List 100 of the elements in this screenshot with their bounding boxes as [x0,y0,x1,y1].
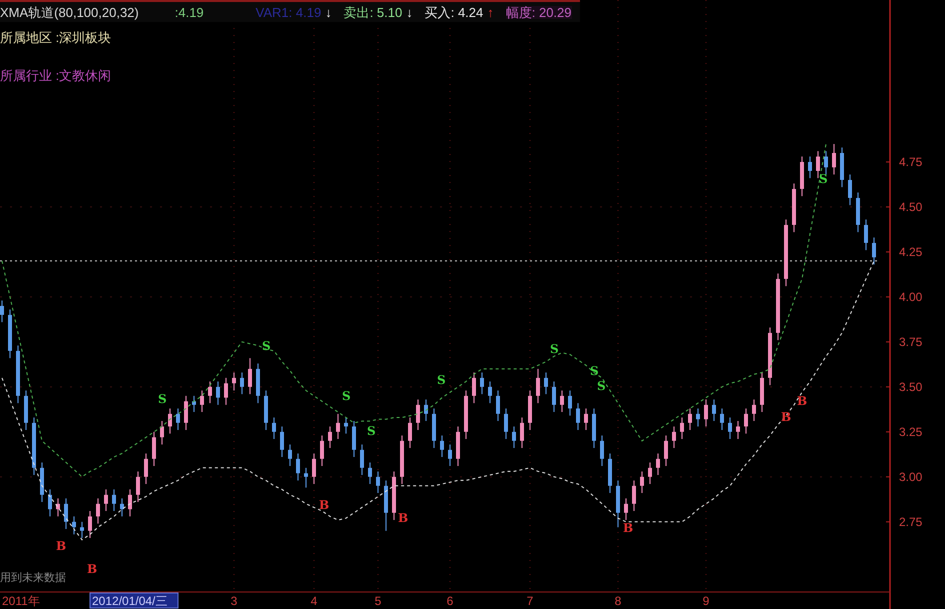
candlestick [448,444,452,467]
price-tick: 4.50 [899,200,922,214]
candlestick [168,408,172,434]
candlestick [752,398,756,422]
candlestick [584,408,588,431]
candlestick [280,426,284,458]
candlestick [688,408,692,431]
candlestick [552,380,556,413]
candlestick [544,372,548,395]
candlestick [200,390,204,413]
candlestick [48,488,52,517]
sell-signal: S [819,172,828,186]
candlestick [320,434,324,467]
candlestick [208,380,212,404]
candlestick [568,390,572,416]
candlestick [248,358,252,395]
indicator-reading: 幅度: 20.29 [506,6,572,18]
candlestick [152,431,156,467]
candlestick [232,372,236,391]
candlestick [272,416,276,440]
candlestick [472,372,476,404]
candlestick [872,237,876,266]
buy-signal: B [319,498,330,512]
candlestick [336,413,340,440]
time-tick: 6 [446,594,454,608]
candlestick [160,420,164,445]
trend-arrow: ↓ [406,6,413,18]
buy-signal: B [797,394,808,408]
candlestick [368,462,372,485]
candlestick [648,462,652,485]
candlestick [640,470,644,494]
candlestick [496,390,500,422]
candlestick [808,156,812,179]
time-tick: 8 [614,594,622,608]
indicator-value: :4.19 [174,6,205,18]
price-tick: 3.50 [899,380,922,394]
candlestick [848,174,852,206]
candlestick [576,402,580,431]
candlestick [360,444,364,476]
candlestick [416,398,420,431]
sell-signal: S [437,373,446,387]
price-tick: 3.25 [899,424,922,439]
candlestick [512,426,516,449]
candlestick [720,408,724,431]
candlestick [296,452,300,481]
buy-signal: B [398,511,408,525]
time-tick: 7 [526,594,534,608]
indicator-reading: 卖出: 5.10 [344,6,402,18]
stock-info: 所属行业 :文教休闲 [0,66,112,84]
candlestick [344,416,348,434]
indicator-reading: 买入: 4.24 [424,6,484,18]
price-tick: 3.00 [899,470,922,484]
candlestick [408,416,412,449]
candlestick [352,420,356,458]
candlestick [520,416,524,449]
sell-signal: S [262,339,271,353]
candlestick [72,516,76,535]
sell-signal: S [342,389,351,403]
candlestick [680,416,684,440]
candlestick [128,488,132,517]
price-tick: 4.25 [899,244,922,259]
price-tick: 4.00 [899,290,922,304]
sell-signal: S [367,424,376,438]
indicator-name: XMA轨道(80,100,20,32) [0,6,140,18]
candlestick [632,480,636,512]
sell-signal: S [597,379,606,393]
candlestick [728,416,732,440]
candlestick [736,420,740,440]
sell-signal: S [550,342,559,356]
buy-signal: B [623,521,634,535]
candlestick [144,452,148,485]
cursor-date-label: 2012/01/04/三 [90,592,178,608]
time-tick: 4 [310,594,318,608]
candlestick [480,372,484,395]
candlestick [288,444,292,467]
candlestick [832,143,836,176]
candlestick [440,434,444,458]
candlestick [488,380,492,404]
candlestick [504,408,508,440]
price-tick: 3.75 [899,334,922,349]
sell-signal: S [590,364,599,378]
candlestick [704,398,708,427]
candlestick [104,488,108,512]
candlestick [696,408,700,427]
candlestick [744,408,748,434]
candlestick [112,488,116,512]
candlestick [656,452,660,476]
candlestick [864,219,868,251]
time-tick: 3 [230,594,238,608]
trend-arrow: ↑ [487,6,494,18]
candlestick [624,498,628,521]
time-tick: 9 [702,594,710,608]
year-label: 2011年 [2,594,40,608]
warning-notice: 用到未来数据 [0,571,66,586]
candlestick [672,426,676,449]
candlestick [216,380,220,406]
indicator-reading: VAR1: 4.19 [256,6,322,18]
candlestick [64,498,68,530]
candlestick [304,467,308,488]
candlestick [536,368,540,404]
